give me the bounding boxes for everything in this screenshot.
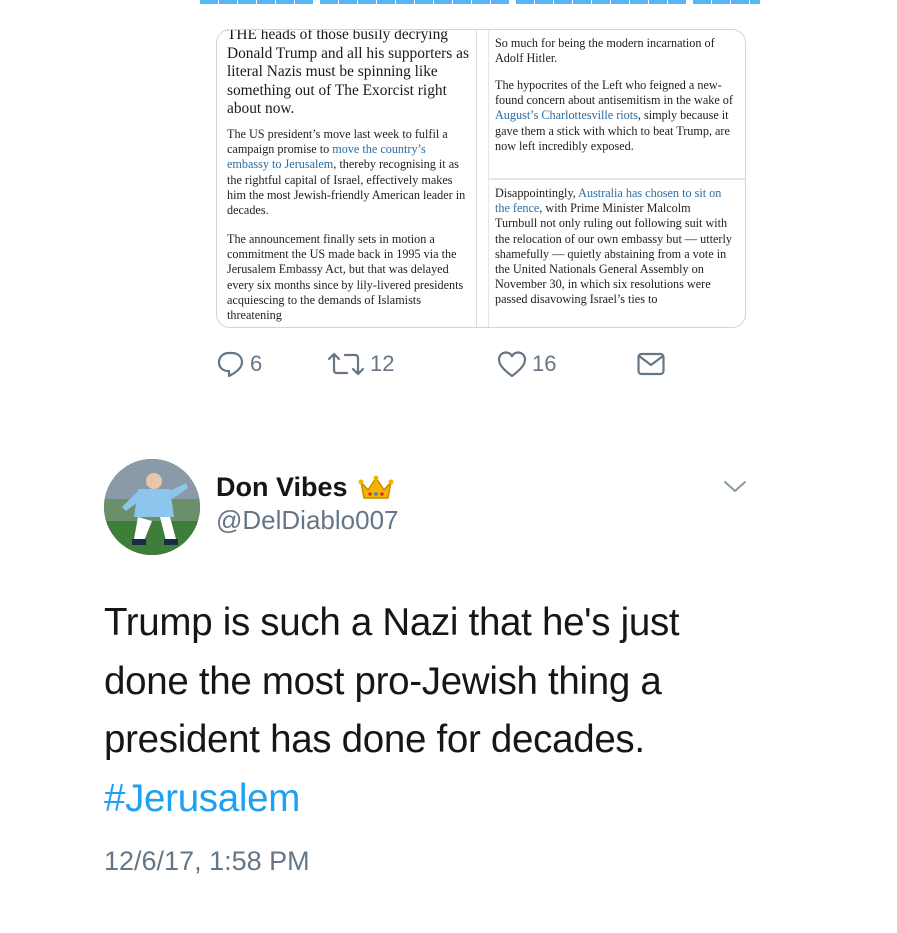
retweet-button[interactable]: 12	[326, 346, 394, 382]
article-paragraph: Disappointingly, Australia has chosen to…	[495, 186, 732, 307]
hashtag-link[interactable]: #Jerusalem	[104, 777, 300, 820]
tweet-timestamp: 12/6/17, 1:58 PM	[104, 846, 310, 876]
chevron-down-icon	[724, 481, 746, 492]
retweet-count: 12	[370, 351, 395, 376]
article-right-column: So much for being the modern incarnation…	[495, 30, 735, 327]
article-paragraph: The hypocrites of the Left who feigned a…	[495, 78, 733, 153]
article-paragraph: The US president’s move last week to ful…	[227, 127, 466, 218]
avatar[interactable]	[104, 459, 200, 555]
display-name[interactable]: Don Vibes	[216, 472, 394, 503]
column-divider	[476, 30, 477, 327]
like-count: 16	[532, 351, 557, 376]
article-screenshot-card[interactable]: THE heads of those busily decrying Donal…	[216, 29, 746, 328]
more-options-button[interactable]	[722, 477, 748, 500]
like-button[interactable]: 16	[496, 346, 556, 382]
crown-icon	[358, 475, 394, 499]
previous-tweet-text-cutoff: ▬▬▬▬▬▬ ▬▬▬▬▬▬▬▬▬▬ ▬▬▬▬▬▬▬▬▬ ▬▬▬▬▬	[200, 0, 760, 4]
article-link[interactable]: August’s Charlottesville riots	[495, 108, 638, 122]
dm-icon	[637, 352, 665, 376]
reply-count: 6	[250, 351, 263, 376]
article-left-column: THE heads of those busily decrying Donal…	[227, 30, 471, 327]
article-paragraph: So much for being the modern incarnation…	[495, 36, 715, 66]
avatar-photo	[104, 459, 200, 555]
tweet-text: Trump is such a Nazi that he's just done…	[104, 594, 744, 828]
reply-icon	[217, 351, 244, 378]
reply-button[interactable]: 6	[216, 346, 262, 382]
tweet-action-bar: 6 12 16	[216, 346, 676, 382]
tweet-body: Trump is such a Nazi that he's just done…	[104, 601, 680, 761]
like-icon	[497, 351, 527, 378]
direct-message-button[interactable]	[636, 346, 666, 382]
display-name-text: Don Vibes	[216, 472, 348, 502]
article-lead-paragraph: THE heads of those busily decrying Donal…	[227, 30, 469, 118]
user-handle[interactable]: @DelDiablo007	[216, 505, 399, 536]
retweet-icon	[327, 352, 365, 376]
article-paragraph: The announcement finally sets in motion …	[227, 232, 464, 323]
